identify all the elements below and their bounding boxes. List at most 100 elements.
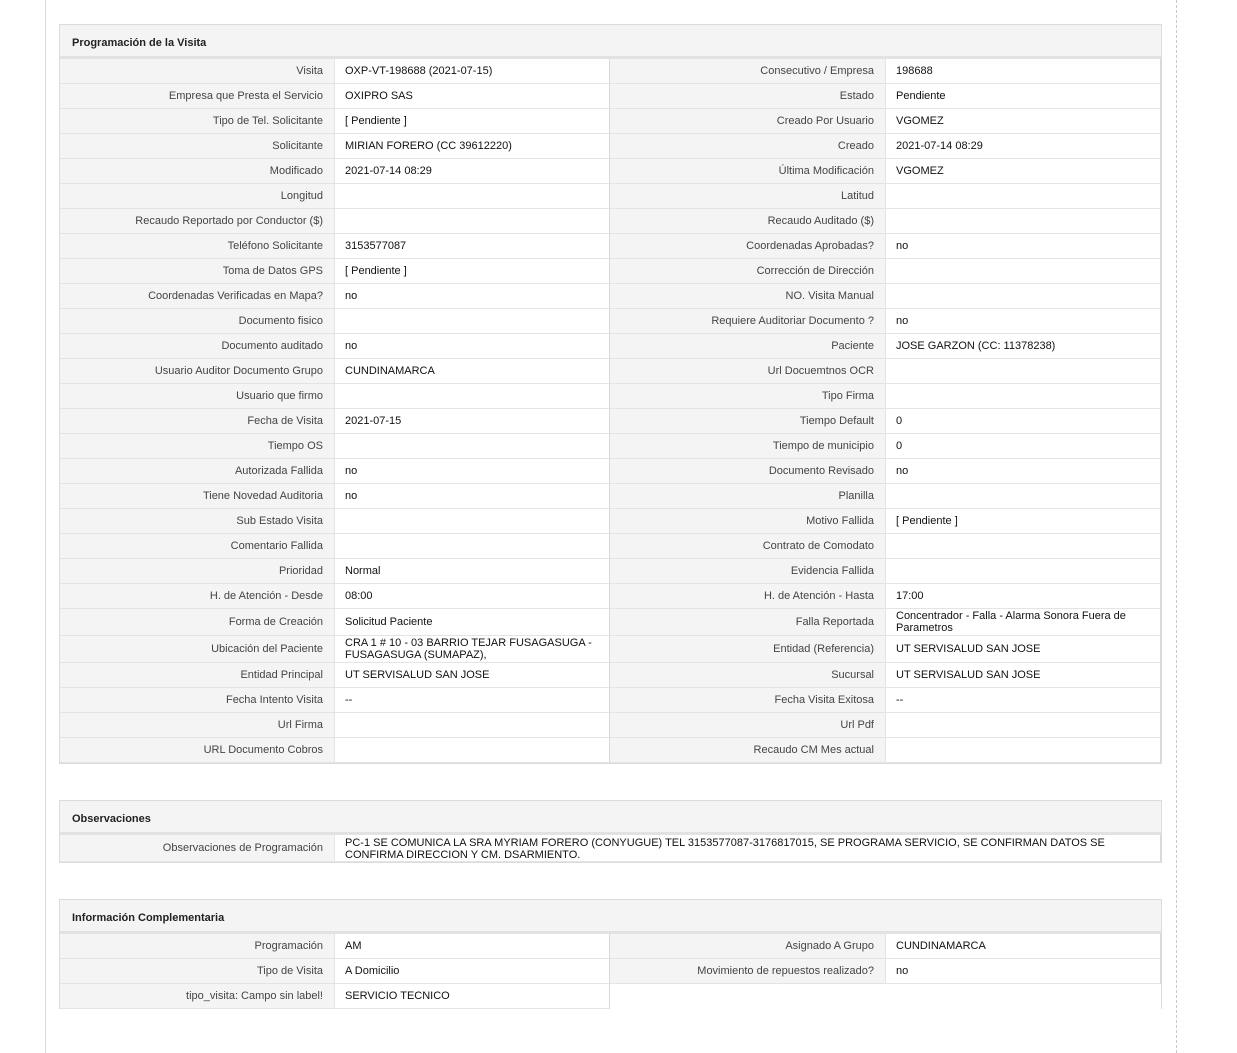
field-value: no xyxy=(886,309,1161,334)
field-value: -- xyxy=(886,688,1161,713)
field-label: Creado xyxy=(610,134,886,159)
field-value: Solicitud Paciente xyxy=(335,609,610,636)
field-value: 0 xyxy=(886,434,1161,459)
field-label: Solicitante xyxy=(60,134,335,159)
field-value: JOSE GARZON (CC: 11378238) xyxy=(886,334,1161,359)
field-label: Url Pdf xyxy=(610,713,886,738)
field-label: Recaudo Reportado por Conductor ($) xyxy=(60,209,335,234)
field-label: Ubicación del Paciente xyxy=(60,636,335,663)
field-label: Recaudo CM Mes actual xyxy=(610,738,886,763)
field-label: Recaudo Auditado ($) xyxy=(610,209,886,234)
field-value: no xyxy=(335,459,610,484)
field-value xyxy=(335,434,610,459)
field-label: Url Docuemtnos OCR xyxy=(610,359,886,384)
field-label: H. de Atención - Hasta xyxy=(610,584,886,609)
field-value xyxy=(335,738,610,763)
section-title: Observaciones xyxy=(60,801,1161,835)
field-label: Usuario Auditor Documento Grupo xyxy=(60,359,335,384)
page-right-border xyxy=(1176,0,1177,1053)
field-value: no xyxy=(886,459,1161,484)
section-title: Información Complementaria xyxy=(60,900,1161,934)
field-value xyxy=(335,713,610,738)
field-value: UT SERVISALUD SAN JOSE xyxy=(886,663,1161,688)
field-value xyxy=(886,184,1161,209)
field-label: Latitud xyxy=(610,184,886,209)
field-label: Visita xyxy=(60,59,335,84)
field-label: Coordenadas Verificadas en Mapa? xyxy=(60,284,335,309)
field-label: Paciente xyxy=(610,334,886,359)
field-value: 08:00 xyxy=(335,584,610,609)
field-value xyxy=(335,384,610,409)
field-value: no xyxy=(886,234,1161,259)
field-value: VGOMEZ xyxy=(886,109,1161,134)
field-value: SERVICIO TECNICO xyxy=(335,984,610,1009)
field-value: 198688 xyxy=(886,59,1161,84)
field-label: Tipo de Visita xyxy=(60,959,335,984)
field-label: Movimiento de repuestos realizado? xyxy=(610,959,886,984)
field-label: Modificado xyxy=(60,159,335,184)
field-label: Longitud xyxy=(60,184,335,209)
empty-cell xyxy=(610,984,886,1009)
field-label: Fecha Visita Exitosa xyxy=(610,688,886,713)
field-value: AM xyxy=(335,934,610,959)
field-value: -- xyxy=(335,688,610,713)
field-value: OXP-VT-198688 (2021-07-15) xyxy=(335,59,610,84)
field-label: Fecha de Visita xyxy=(60,409,335,434)
field-label: Entidad (Referencia) xyxy=(610,636,886,663)
field-label: Documento fisico xyxy=(60,309,335,334)
field-value xyxy=(886,559,1161,584)
field-value: CUNDINAMARCA xyxy=(335,359,610,384)
complementaria-section: Información Complementaria Programación A… xyxy=(59,899,1162,1009)
field-label: Documento Revisado xyxy=(610,459,886,484)
field-value: CUNDINAMARCA xyxy=(886,934,1161,959)
section-title: Programación de la Visita xyxy=(60,25,1161,59)
field-value xyxy=(886,713,1161,738)
page-left-border xyxy=(45,0,46,1053)
field-value: A Domicilio xyxy=(335,959,610,984)
programacion-section: Programación de la Visita Visita OXP-VT-1… xyxy=(59,24,1162,764)
complementaria-grid: Programación AM Asignado A Grupo CUNDINAMAR… xyxy=(60,934,1161,1009)
field-value: [ Pendiente ] xyxy=(886,509,1161,534)
field-value xyxy=(335,309,610,334)
field-value xyxy=(886,284,1161,309)
field-value: Pendiente xyxy=(886,84,1161,109)
field-value: PC-1 SE COMUNICA LA SRA MYRIAM FORERO (C… xyxy=(335,835,1161,862)
field-label: tipo_visita: Campo sin label! xyxy=(60,984,335,1009)
field-label: Documento auditado xyxy=(60,334,335,359)
field-label: Requiere Auditoriar Documento ? xyxy=(610,309,886,334)
field-value xyxy=(886,359,1161,384)
field-label: Entidad Principal xyxy=(60,663,335,688)
field-value: [ Pendiente ] xyxy=(335,109,610,134)
field-value: OXIPRO SAS xyxy=(335,84,610,109)
field-label: Sucursal xyxy=(610,663,886,688)
field-label: Corrección de Dirección xyxy=(610,259,886,284)
field-value: [ Pendiente ] xyxy=(335,259,610,284)
field-value xyxy=(886,738,1161,763)
field-label: Consecutivo / Empresa xyxy=(610,59,886,84)
field-value: CRA 1 # 10 - 03 BARRIO TEJAR FUSAGASUGA … xyxy=(335,636,610,663)
field-value: 3153577087 xyxy=(335,234,610,259)
field-label: URL Documento Cobros xyxy=(60,738,335,763)
field-label: Observaciones de Programación xyxy=(60,835,335,862)
field-label: Fecha Intento Visita xyxy=(60,688,335,713)
field-label: Creado Por Usuario xyxy=(610,109,886,134)
field-value: MIRIAN FORERO (CC 39612220) xyxy=(335,134,610,159)
field-label: Forma de Creación xyxy=(60,609,335,636)
field-label: Falla Reportada xyxy=(610,609,886,636)
observaciones-section: Observaciones Observaciones de Programac… xyxy=(59,800,1162,863)
field-label: Última Modificación xyxy=(610,159,886,184)
field-label: Prioridad xyxy=(60,559,335,584)
field-label: Planilla xyxy=(610,484,886,509)
field-value: 2021-07-15 xyxy=(335,409,610,434)
field-label: Motivo Fallida xyxy=(610,509,886,534)
field-value xyxy=(886,259,1161,284)
field-label: Url Firma xyxy=(60,713,335,738)
field-value: 17:00 xyxy=(886,584,1161,609)
field-value xyxy=(886,484,1161,509)
field-value: 2021-07-14 08:29 xyxy=(335,159,610,184)
field-value: no xyxy=(886,959,1161,984)
field-label: Comentario Fallida xyxy=(60,534,335,559)
field-value: VGOMEZ xyxy=(886,159,1161,184)
field-value xyxy=(335,509,610,534)
empty-cell xyxy=(886,984,1161,1009)
